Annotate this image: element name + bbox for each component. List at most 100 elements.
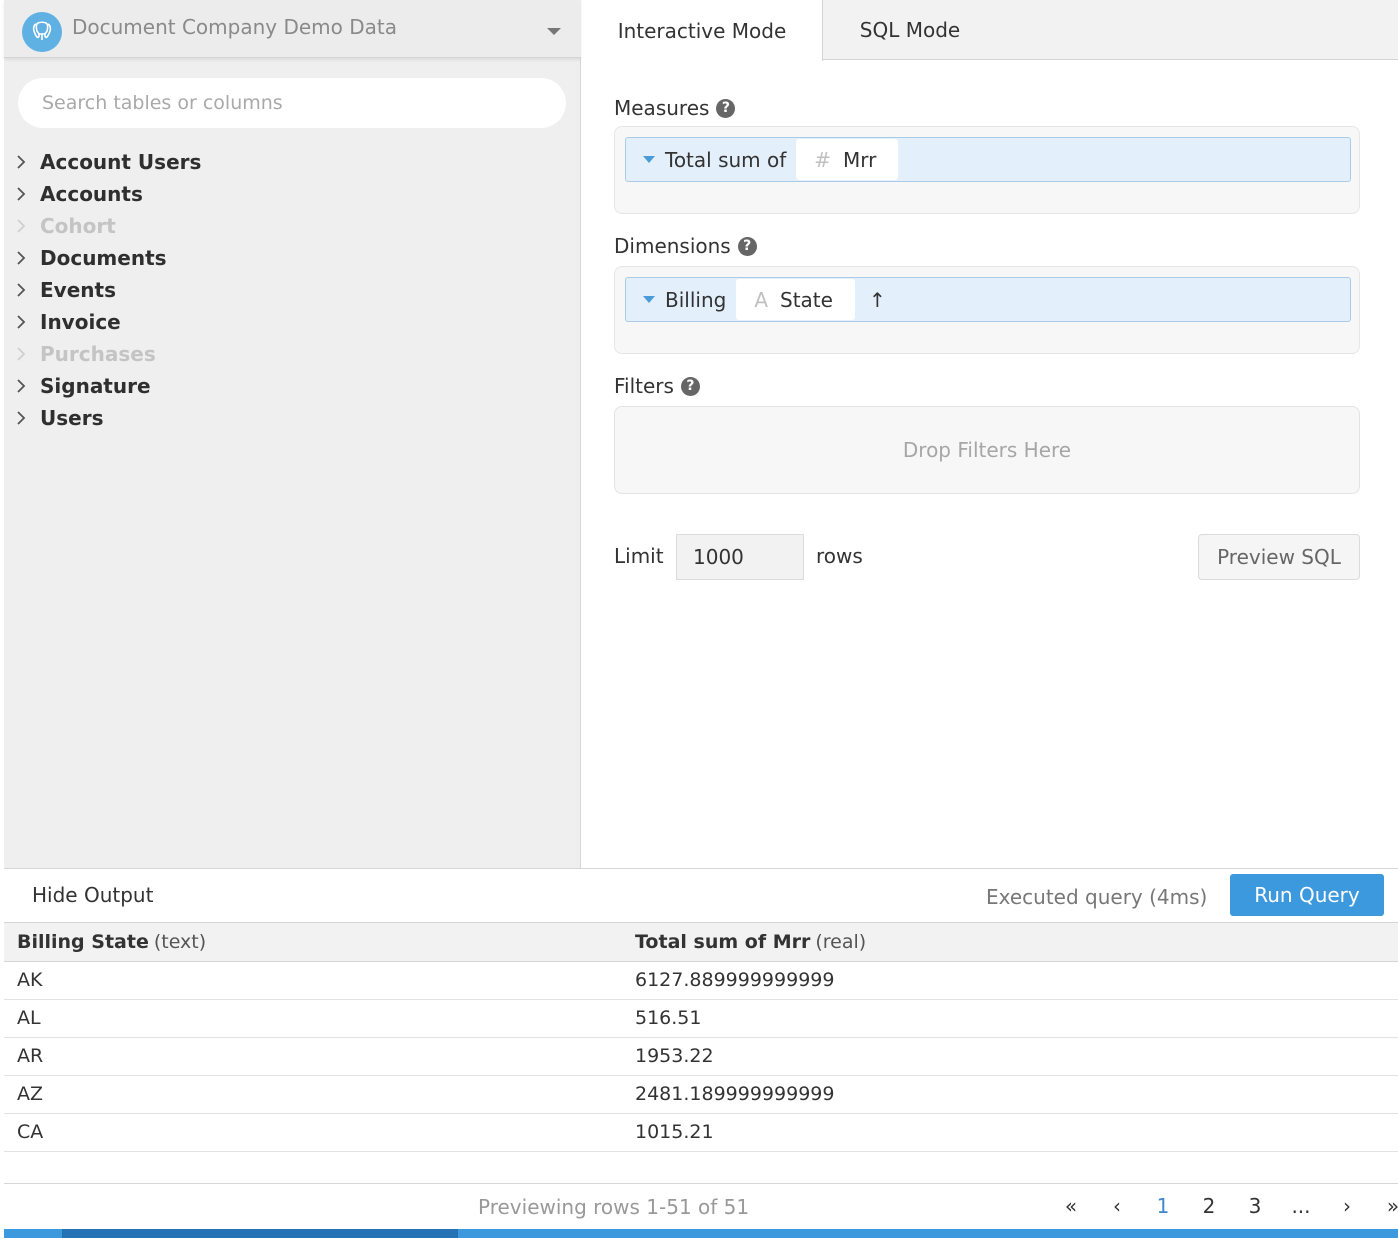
table-cell: AR: [4, 1037, 622, 1076]
page-link[interactable]: 1: [1140, 1194, 1186, 1218]
measure-pill[interactable]: Total sum of # Mrr: [625, 137, 1351, 182]
table-name: Documents: [40, 246, 167, 270]
table-item[interactable]: Events: [14, 274, 201, 306]
search-input[interactable]: [18, 78, 566, 128]
query-builder: Interactive Mode SQL Mode Measures ? Tot…: [582, 0, 1398, 868]
preview-sql-button[interactable]: Preview SQL: [1198, 534, 1360, 580]
limit-input[interactable]: [676, 534, 804, 580]
output-panel: Hide Output Executed query (4ms) Run Que…: [4, 868, 1398, 1238]
table-header-row: Billing State (text) Total sum of Mrr (rea…: [4, 923, 1398, 962]
table-cell: CA: [4, 1113, 622, 1152]
dimension-field[interactable]: A State: [736, 279, 855, 320]
column-type: (text): [153, 930, 207, 953]
table-cell: 516.51: [622, 999, 1398, 1038]
page-link[interactable]: 3: [1232, 1194, 1278, 1218]
chevron-right-icon[interactable]: [14, 250, 40, 266]
filters-heading: Filters ?: [614, 374, 700, 398]
table-name: Events: [40, 278, 116, 302]
execution-status: Executed query (4ms): [986, 885, 1208, 909]
table-name: Users: [40, 406, 104, 430]
caret-down-icon[interactable]: [643, 296, 655, 303]
sort-ascending-icon[interactable]: ↑: [869, 288, 886, 312]
scrollbar-thumb[interactable]: [62, 1229, 458, 1238]
measure-field-label: Mrr: [843, 147, 877, 172]
table-cell: 1015.21: [622, 1113, 1398, 1152]
chevron-down-icon: [547, 28, 561, 35]
help-icon[interactable]: ?: [680, 376, 700, 396]
preview-rows-text: Previewing rows 1-51 of 51: [478, 1195, 750, 1219]
table-name: Cohort: [40, 214, 116, 238]
help-icon[interactable]: ?: [716, 98, 736, 118]
hide-output-button[interactable]: Hide Output: [32, 883, 153, 907]
page-link[interactable]: ...: [1278, 1194, 1324, 1218]
chevron-right-icon[interactable]: [14, 378, 40, 394]
measure-aggregation: Total sum of: [665, 147, 787, 172]
output-toolbar: Hide Output Executed query (4ms) Run Que…: [4, 869, 1398, 923]
table-cell: 6127.889999999999: [622, 961, 1398, 1000]
table-item[interactable]: Invoice: [14, 306, 201, 338]
limit-label: Limit: [614, 544, 664, 568]
help-icon[interactable]: ?: [737, 236, 757, 256]
table-name: Account Users: [40, 150, 202, 174]
tab-sql-mode[interactable]: SQL Mode: [823, 0, 997, 60]
postgres-elephant-icon: [22, 12, 62, 52]
results-footer: Previewing rows 1-51 of 51 «‹ 1 2 3... ›»: [4, 1183, 1398, 1229]
text-type-icon: A: [754, 287, 769, 312]
table-cell: AK: [4, 961, 622, 1000]
column-header[interactable]: Billing State (text): [4, 923, 622, 962]
table-item[interactable]: Users: [14, 402, 201, 434]
tab-interactive-mode[interactable]: Interactive Mode: [582, 0, 823, 61]
table-name: Accounts: [40, 182, 143, 206]
horizontal-scrollbar[interactable]: [4, 1229, 1398, 1238]
page-link[interactable]: ›: [1324, 1194, 1370, 1218]
column-name: Total sum of Mrr: [635, 930, 811, 953]
table-item[interactable]: Account Users: [14, 146, 201, 178]
table-item[interactable]: Purchases: [14, 338, 201, 370]
filters-dropzone[interactable]: Drop Filters Here: [614, 406, 1360, 494]
chevron-right-icon[interactable]: [14, 282, 40, 298]
table-row: AL 516.51: [4, 999, 1398, 1038]
table-name: Purchases: [40, 342, 156, 366]
datasource-name: Document Company Demo Data: [72, 15, 398, 39]
schema-sidebar: Document Company Demo Data Account Users…: [4, 0, 581, 868]
column-header[interactable]: Total sum of Mrr (real): [622, 923, 1398, 962]
table-item[interactable]: Signature: [14, 370, 201, 402]
chevron-right-icon[interactable]: [14, 314, 40, 330]
column-type: (real): [815, 930, 867, 953]
pagination: «‹ 1 2 3... ›»: [1048, 1194, 1398, 1218]
table-item[interactable]: Accounts: [14, 178, 201, 210]
table-row: AR 1953.22: [4, 1037, 1398, 1076]
measures-heading: Measures ?: [614, 96, 736, 120]
page-link[interactable]: ‹: [1094, 1194, 1140, 1218]
table-item[interactable]: Cohort: [14, 210, 201, 242]
page-link[interactable]: »: [1370, 1194, 1398, 1218]
number-type-icon: #: [814, 147, 832, 172]
rows-label: rows: [816, 544, 863, 568]
dimension-pill[interactable]: Billing A State ↑: [625, 277, 1351, 322]
chevron-right-icon[interactable]: [14, 218, 40, 234]
chevron-right-icon[interactable]: [14, 186, 40, 202]
dimensions-label: Dimensions: [614, 234, 731, 258]
run-query-button[interactable]: Run Query: [1230, 874, 1384, 916]
datasource-selector[interactable]: Document Company Demo Data: [4, 0, 581, 58]
column-name: Billing State: [17, 930, 149, 953]
table-row: AK 6127.889999999999: [4, 961, 1398, 1000]
measure-field[interactable]: # Mrr: [796, 139, 899, 180]
table-row: AZ 2481.189999999999: [4, 1075, 1398, 1114]
mode-tabs: Interactive Mode SQL Mode: [582, 0, 1398, 61]
chevron-right-icon[interactable]: [14, 346, 40, 362]
chevron-right-icon[interactable]: [14, 154, 40, 170]
table-item[interactable]: Documents: [14, 242, 201, 274]
chevron-right-icon[interactable]: [14, 410, 40, 426]
table-cell: AZ: [4, 1075, 622, 1114]
table-row: CA 1015.21: [4, 1113, 1398, 1152]
dimension-prefix: Billing: [665, 287, 727, 312]
page-link[interactable]: «: [1048, 1194, 1094, 1218]
measures-dropzone[interactable]: Total sum of # Mrr: [614, 126, 1360, 214]
dimension-field-label: State: [780, 287, 833, 312]
page-link[interactable]: 2: [1186, 1194, 1232, 1218]
dimensions-dropzone[interactable]: Billing A State ↑: [614, 266, 1360, 354]
caret-down-icon[interactable]: [643, 156, 655, 163]
dimensions-heading: Dimensions ?: [614, 234, 757, 258]
table-cell: AL: [4, 999, 622, 1038]
